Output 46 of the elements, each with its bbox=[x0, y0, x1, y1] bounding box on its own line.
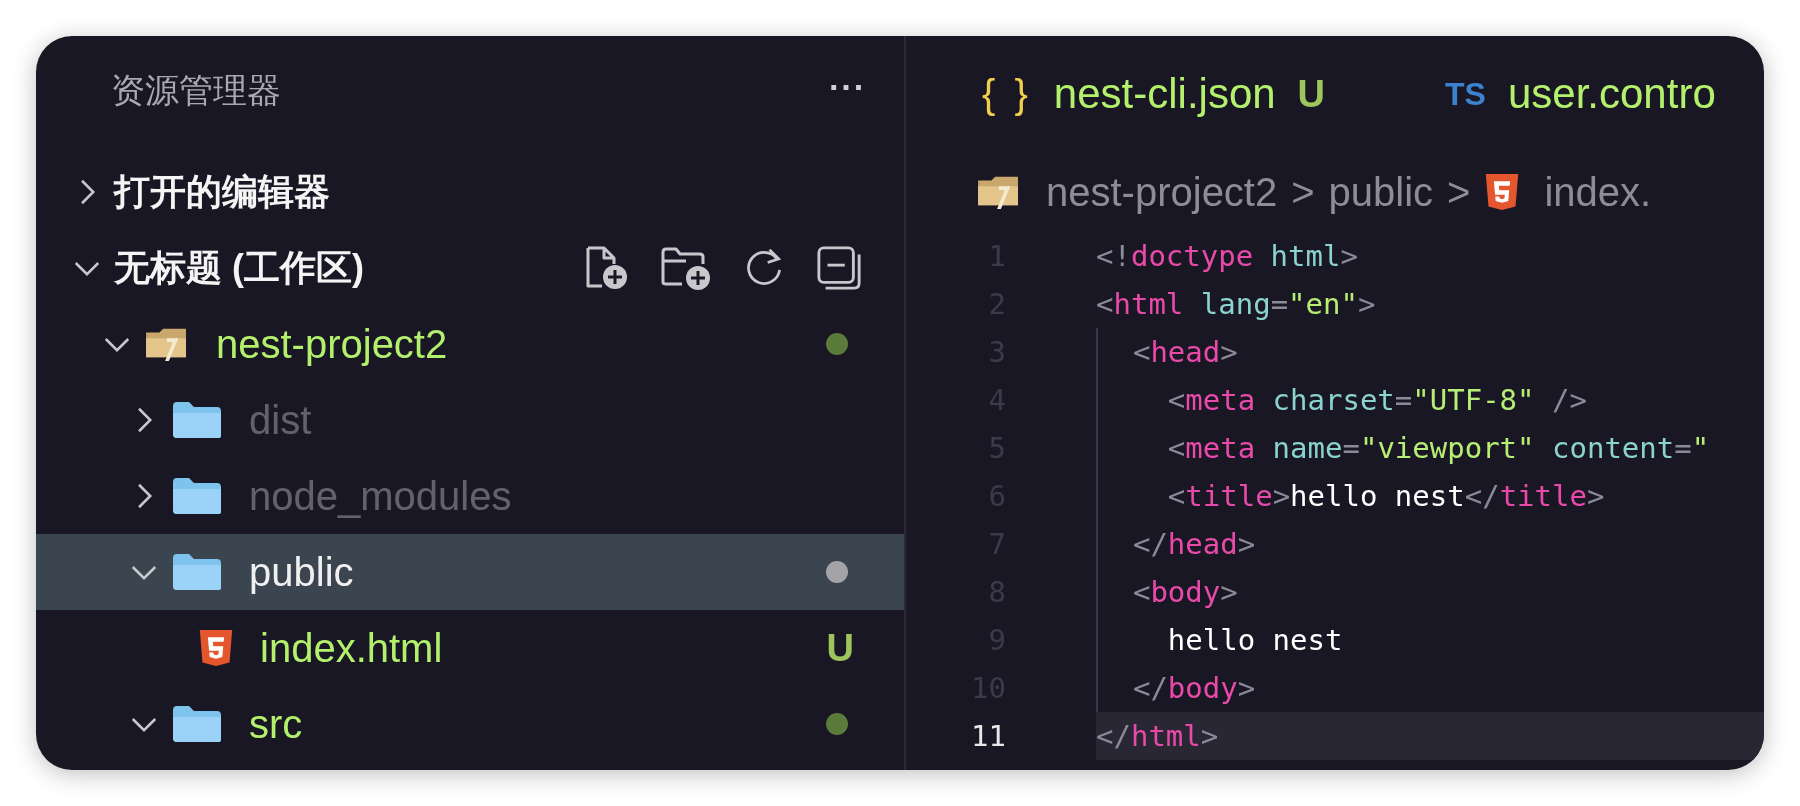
breadcrumb-separator: > bbox=[1447, 169, 1471, 215]
editor-tab[interactable]: TS user.contro bbox=[1445, 70, 1716, 118]
git-status-label: U bbox=[1297, 72, 1326, 116]
section-header[interactable]: 无标题 (工作区) bbox=[114, 243, 364, 293]
section-header[interactable]: 打开的编辑器 bbox=[114, 167, 330, 217]
breadcrumb-item[interactable]: public bbox=[1328, 169, 1434, 215]
folder-icon bbox=[171, 704, 223, 744]
tree-item-label: node_modules bbox=[249, 473, 512, 519]
folder-icon bbox=[171, 400, 223, 440]
code-line: </html> bbox=[1096, 719, 1219, 753]
tree-item[interactable]: nest-project2 bbox=[36, 306, 904, 382]
json-icon: { } bbox=[982, 71, 1032, 117]
line-number: 11 bbox=[970, 719, 1006, 753]
typescript-icon: TS bbox=[1445, 75, 1486, 113]
code-line: <!doctype html> bbox=[1096, 239, 1358, 273]
html5-icon bbox=[198, 628, 234, 668]
folder-icon bbox=[171, 552, 223, 592]
folder-icon bbox=[171, 476, 223, 516]
editor-tab[interactable]: { } nest-cli.json U bbox=[982, 70, 1326, 118]
more-actions-button[interactable]: ··· bbox=[829, 68, 866, 107]
code-line: hello nest bbox=[1166, 623, 1343, 657]
panel-title: 资源管理器 bbox=[111, 70, 281, 111]
collapse-all-icon[interactable] bbox=[816, 245, 862, 291]
tree-item[interactable]: src bbox=[36, 686, 904, 762]
tree-item-label: nest-project2 bbox=[216, 321, 448, 367]
tab-label: nest-cli.json bbox=[1053, 70, 1276, 118]
tree-item-label: index.html bbox=[260, 625, 443, 671]
tree-item-label: dist bbox=[249, 397, 312, 443]
tree-item-label: src bbox=[249, 701, 303, 747]
code-line: </head> bbox=[1131, 527, 1256, 561]
html5-icon bbox=[1484, 172, 1521, 212]
tree-item-label: public bbox=[249, 549, 354, 595]
breadcrumb-separator: > bbox=[1291, 169, 1315, 215]
code-line: </body> bbox=[1131, 671, 1256, 705]
tree-item[interactable]: index.html U bbox=[36, 610, 904, 686]
code-line: <meta name="viewport" content=" bbox=[1166, 431, 1710, 465]
code-line: <html lang="en"> bbox=[1096, 287, 1376, 321]
code-line: <title>hello nest</title> bbox=[1166, 479, 1605, 513]
breadcrumb-item[interactable]: index. bbox=[1544, 169, 1652, 215]
code-line: <head> bbox=[1131, 335, 1238, 369]
tree-item[interactable]: public bbox=[36, 534, 904, 610]
code-line: <meta charset="UTF-8" /> bbox=[1166, 383, 1587, 417]
tab-label: user.contro bbox=[1507, 70, 1716, 118]
git-status-label: U bbox=[826, 626, 854, 670]
breadcrumb-item[interactable]: nest-project2 bbox=[1046, 169, 1278, 215]
code-line: <body> bbox=[1131, 575, 1238, 609]
